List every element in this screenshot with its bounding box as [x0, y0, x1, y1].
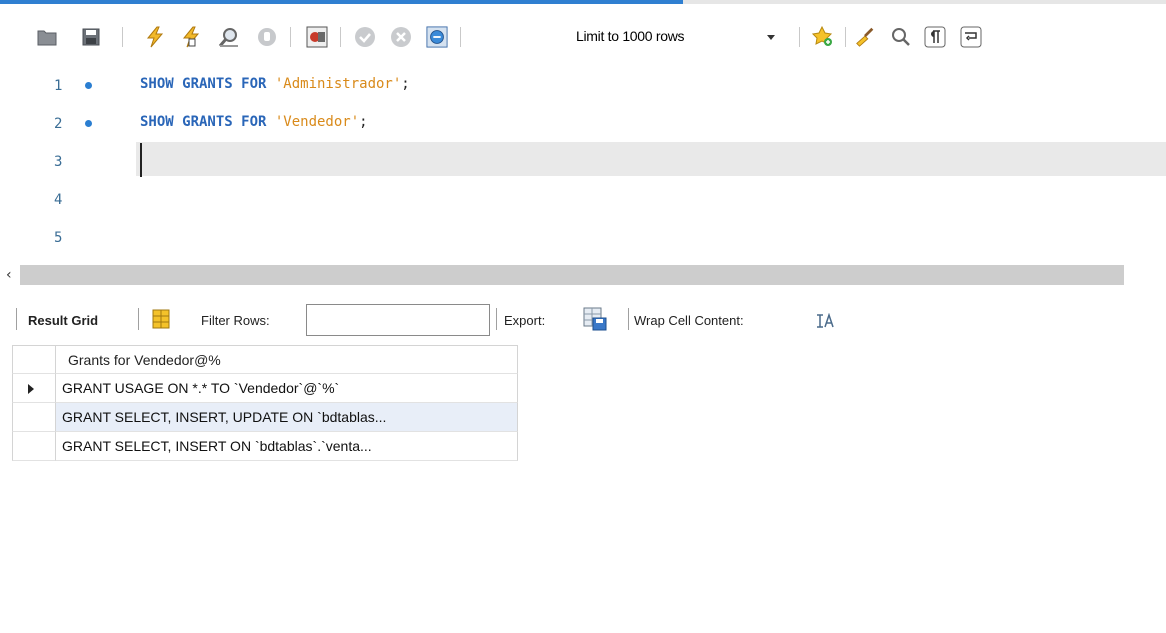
grid-cell[interactable]: GRANT SELECT, INSERT ON `bdtablas`.`vent… — [56, 432, 518, 461]
result-toolbar: Result Grid Filter Rows: Export: Wrap Ce… — [0, 300, 1166, 340]
filter-rows-input[interactable] — [306, 304, 490, 336]
execute-lightning-icon[interactable] — [144, 26, 166, 48]
sql-string: 'Vendedor' — [274, 114, 360, 130]
current-row-arrow-icon — [28, 384, 34, 394]
stop-icon[interactable] — [256, 26, 278, 48]
grid-cell[interactable]: GRANT USAGE ON *.* TO `Vendedor`@`%` — [56, 374, 518, 403]
save-icon[interactable] — [80, 26, 102, 48]
line-number: 5 — [54, 230, 63, 246]
rollback-icon[interactable] — [390, 26, 412, 48]
filter-rows-label: Filter Rows: — [201, 313, 270, 328]
result-grid-tab[interactable]: Result Grid — [28, 313, 98, 328]
find-icon[interactable] — [890, 26, 912, 48]
row-marker-header — [12, 345, 56, 374]
toolbar-separator — [799, 27, 800, 47]
row-marker[interactable] — [12, 432, 56, 461]
table-row[interactable]: GRANT SELECT, INSERT, UPDATE ON `bdtabla… — [12, 403, 518, 432]
toolbar-separator — [496, 308, 497, 330]
toolbar-separator — [290, 27, 291, 47]
limit-rows-select[interactable]: Limit to 1000 rows — [570, 26, 798, 48]
editor-line[interactable]: 1 SHOW GRANTS FOR 'Administrador'; — [0, 60, 1166, 94]
sql-editor-toolbar: Limit to 1000 rows — [0, 4, 1166, 60]
beautify-brush-icon[interactable] — [854, 26, 876, 48]
result-grid: Grants for Vendedor@% GRANT USAGE ON *.*… — [12, 345, 518, 461]
wrap-cell-icon[interactable] — [816, 312, 834, 329]
toolbar-separator — [138, 308, 139, 330]
toggle-error-icon[interactable] — [306, 26, 328, 48]
line-number: 2 — [54, 116, 63, 132]
toolbar-separator — [628, 308, 629, 330]
statement-marker-dot — [85, 82, 92, 89]
editor-horizontal-scrollbar[interactable]: ‹ — [0, 262, 1166, 288]
grid-view-icon[interactable] — [152, 309, 170, 329]
commit-icon[interactable] — [354, 26, 376, 48]
table-row[interactable]: GRANT USAGE ON *.* TO `Vendedor`@`%` — [12, 374, 518, 403]
limit-rows-label: Limit to 1000 rows — [576, 28, 685, 44]
toolbar-separator — [845, 27, 846, 47]
line-number: 1 — [54, 78, 63, 94]
table-row[interactable]: GRANT SELECT, INSERT ON `bdtablas`.`vent… — [12, 432, 518, 461]
invisible-chars-icon[interactable] — [924, 26, 946, 48]
toolbar-separator — [122, 27, 123, 47]
sql-keyword: SHOW GRANTS FOR — [140, 76, 275, 92]
scrollbar-track[interactable] — [20, 265, 1124, 285]
grid-cell[interactable]: GRANT SELECT, INSERT, UPDATE ON `bdtabla… — [56, 403, 518, 432]
statement-marker-dot — [85, 120, 92, 127]
sql-punctuation: ; — [359, 114, 368, 130]
sql-keyword: SHOW GRANTS FOR — [140, 114, 275, 130]
row-marker[interactable] — [12, 374, 56, 403]
code-text: SHOW GRANTS FOR 'Administrador'; — [140, 76, 410, 92]
sql-editor[interactable]: 1 SHOW GRANTS FOR 'Administrador'; 2 SHO… — [0, 60, 1166, 260]
export-icon[interactable] — [583, 307, 607, 331]
toolbar-separator — [460, 27, 461, 47]
toolbar-separator — [340, 27, 341, 47]
open-folder-icon[interactable] — [36, 26, 58, 48]
code-text: SHOW GRANTS FOR 'Vendedor'; — [140, 114, 368, 130]
bookmark-star-icon[interactable] — [812, 26, 834, 48]
wrap-lines-icon[interactable] — [960, 26, 982, 48]
editor-line[interactable]: 5 — [0, 212, 1166, 246]
line-number: 3 — [54, 154, 63, 170]
execute-current-icon[interactable] — [180, 26, 202, 48]
sql-string: 'Administrador' — [274, 76, 402, 92]
sql-punctuation: ; — [401, 76, 410, 92]
toolbar-separator — [16, 308, 17, 330]
editor-line[interactable]: 3 — [0, 136, 1166, 170]
chevron-down-icon — [767, 35, 775, 40]
line-number: 4 — [54, 192, 63, 208]
editor-line[interactable]: 2 SHOW GRANTS FOR 'Vendedor'; — [0, 98, 1166, 132]
grid-header-row: Grants for Vendedor@% — [12, 345, 518, 374]
export-label: Export: — [504, 313, 546, 328]
column-header[interactable]: Grants for Vendedor@% — [56, 345, 518, 374]
text-cursor — [140, 143, 142, 177]
autocommit-icon[interactable] — [426, 26, 448, 48]
wrap-cell-label: Wrap Cell Content: — [634, 313, 744, 328]
scroll-left-icon[interactable]: ‹ — [6, 267, 12, 283]
explain-magnifier-icon[interactable] — [218, 26, 240, 48]
row-marker[interactable] — [12, 403, 56, 432]
editor-line[interactable]: 4 — [0, 174, 1166, 208]
